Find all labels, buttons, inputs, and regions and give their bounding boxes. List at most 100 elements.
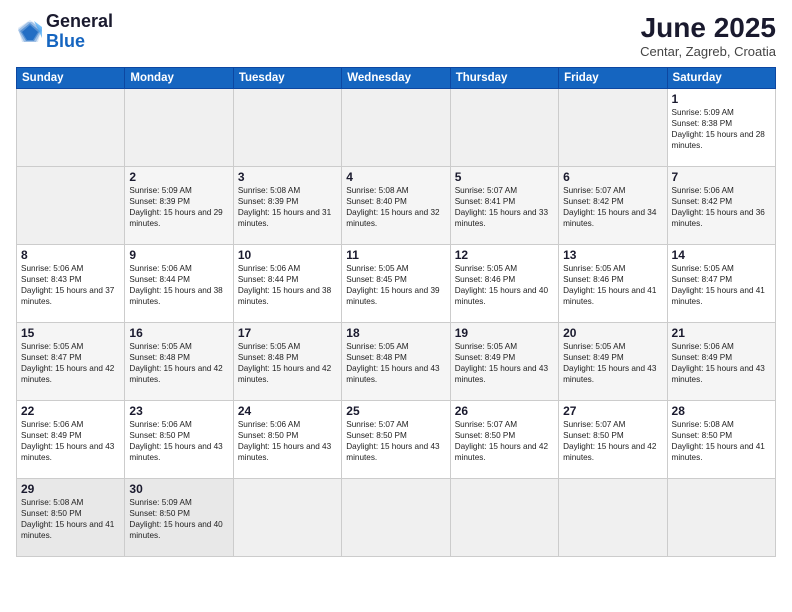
day-info: Sunrise: 5:09 AMSunset: 8:38 PMDaylight:… [672,107,771,151]
table-row: 9Sunrise: 5:06 AMSunset: 8:44 PMDaylight… [125,245,233,323]
day-number: 10 [238,248,337,262]
table-row [233,89,341,167]
day-info: Sunrise: 5:05 AMSunset: 8:47 PMDaylight:… [21,341,120,385]
day-info: Sunrise: 5:06 AMSunset: 8:50 PMDaylight:… [129,419,228,463]
table-row: 4Sunrise: 5:08 AMSunset: 8:40 PMDaylight… [342,167,450,245]
day-number: 29 [21,482,120,496]
table-row: 5Sunrise: 5:07 AMSunset: 8:41 PMDaylight… [450,167,558,245]
col-sunday: Sunday [17,68,125,89]
header: General Blue June 2025 Centar, Zagreb, C… [16,12,776,59]
day-info: Sunrise: 5:06 AMSunset: 8:43 PMDaylight:… [21,263,120,307]
day-info: Sunrise: 5:09 AMSunset: 8:50 PMDaylight:… [129,497,228,541]
day-number: 28 [672,404,771,418]
table-row [233,479,341,557]
col-saturday: Saturday [667,68,775,89]
day-info: Sunrise: 5:07 AMSunset: 8:50 PMDaylight:… [563,419,662,463]
table-row: 23Sunrise: 5:06 AMSunset: 8:50 PMDayligh… [125,401,233,479]
logo-blue: Blue [46,31,85,51]
day-info: Sunrise: 5:06 AMSunset: 8:49 PMDaylight:… [21,419,120,463]
day-number: 20 [563,326,662,340]
day-number: 14 [672,248,771,262]
day-number: 7 [672,170,771,184]
table-row: 29Sunrise: 5:08 AMSunset: 8:50 PMDayligh… [17,479,125,557]
table-row: 27Sunrise: 5:07 AMSunset: 8:50 PMDayligh… [559,401,667,479]
table-row: 14Sunrise: 5:05 AMSunset: 8:47 PMDayligh… [667,245,775,323]
day-info: Sunrise: 5:07 AMSunset: 8:50 PMDaylight:… [455,419,554,463]
day-info: Sunrise: 5:06 AMSunset: 8:44 PMDaylight:… [238,263,337,307]
day-info: Sunrise: 5:05 AMSunset: 8:46 PMDaylight:… [455,263,554,307]
day-info: Sunrise: 5:05 AMSunset: 8:48 PMDaylight:… [238,341,337,385]
table-row: 12Sunrise: 5:05 AMSunset: 8:46 PMDayligh… [450,245,558,323]
table-row: 28Sunrise: 5:08 AMSunset: 8:50 PMDayligh… [667,401,775,479]
table-row [559,479,667,557]
day-info: Sunrise: 5:07 AMSunset: 8:41 PMDaylight:… [455,185,554,229]
calendar-header-row: Sunday Monday Tuesday Wednesday Thursday… [17,68,776,89]
table-row [667,479,775,557]
day-number: 5 [455,170,554,184]
day-number: 2 [129,170,228,184]
calendar-week-1: 1Sunrise: 5:09 AMSunset: 8:38 PMDaylight… [17,89,776,167]
table-row: 25Sunrise: 5:07 AMSunset: 8:50 PMDayligh… [342,401,450,479]
table-row: 21Sunrise: 5:06 AMSunset: 8:49 PMDayligh… [667,323,775,401]
day-info: Sunrise: 5:08 AMSunset: 8:39 PMDaylight:… [238,185,337,229]
day-number: 21 [672,326,771,340]
table-row: 3Sunrise: 5:08 AMSunset: 8:39 PMDaylight… [233,167,341,245]
table-row [125,89,233,167]
table-row [17,167,125,245]
day-info: Sunrise: 5:06 AMSunset: 8:50 PMDaylight:… [238,419,337,463]
day-info: Sunrise: 5:08 AMSunset: 8:50 PMDaylight:… [672,419,771,463]
table-row: 18Sunrise: 5:05 AMSunset: 8:48 PMDayligh… [342,323,450,401]
table-row: 11Sunrise: 5:05 AMSunset: 8:45 PMDayligh… [342,245,450,323]
table-row: 7Sunrise: 5:06 AMSunset: 8:42 PMDaylight… [667,167,775,245]
calendar-table: Sunday Monday Tuesday Wednesday Thursday… [16,67,776,557]
day-number: 24 [238,404,337,418]
day-number: 12 [455,248,554,262]
logo-general: General [46,11,113,31]
table-row: 19Sunrise: 5:05 AMSunset: 8:49 PMDayligh… [450,323,558,401]
calendar-week-6: 29Sunrise: 5:08 AMSunset: 8:50 PMDayligh… [17,479,776,557]
col-monday: Monday [125,68,233,89]
table-row [342,89,450,167]
day-info: Sunrise: 5:05 AMSunset: 8:46 PMDaylight:… [563,263,662,307]
day-number: 1 [672,92,771,106]
day-number: 27 [563,404,662,418]
day-number: 25 [346,404,445,418]
calendar-week-5: 22Sunrise: 5:06 AMSunset: 8:49 PMDayligh… [17,401,776,479]
table-row: 10Sunrise: 5:06 AMSunset: 8:44 PMDayligh… [233,245,341,323]
day-number: 18 [346,326,445,340]
day-number: 22 [21,404,120,418]
logo: General Blue [16,12,113,52]
day-number: 9 [129,248,228,262]
day-number: 23 [129,404,228,418]
table-row: 15Sunrise: 5:05 AMSunset: 8:47 PMDayligh… [17,323,125,401]
col-friday: Friday [559,68,667,89]
day-info: Sunrise: 5:05 AMSunset: 8:45 PMDaylight:… [346,263,445,307]
day-info: Sunrise: 5:06 AMSunset: 8:42 PMDaylight:… [672,185,771,229]
table-row [450,479,558,557]
day-number: 15 [21,326,120,340]
table-row: 30Sunrise: 5:09 AMSunset: 8:50 PMDayligh… [125,479,233,557]
table-row: 26Sunrise: 5:07 AMSunset: 8:50 PMDayligh… [450,401,558,479]
day-info: Sunrise: 5:08 AMSunset: 8:40 PMDaylight:… [346,185,445,229]
logo-text: General Blue [46,12,113,52]
table-row: 22Sunrise: 5:06 AMSunset: 8:49 PMDayligh… [17,401,125,479]
table-row [342,479,450,557]
calendar-subtitle: Centar, Zagreb, Croatia [640,44,776,59]
day-info: Sunrise: 5:05 AMSunset: 8:49 PMDaylight:… [563,341,662,385]
table-row: 13Sunrise: 5:05 AMSunset: 8:46 PMDayligh… [559,245,667,323]
day-number: 26 [455,404,554,418]
calendar-week-4: 15Sunrise: 5:05 AMSunset: 8:47 PMDayligh… [17,323,776,401]
calendar-title: June 2025 [640,12,776,44]
day-info: Sunrise: 5:05 AMSunset: 8:49 PMDaylight:… [455,341,554,385]
day-number: 19 [455,326,554,340]
table-row: 1Sunrise: 5:09 AMSunset: 8:38 PMDaylight… [667,89,775,167]
table-row: 17Sunrise: 5:05 AMSunset: 8:48 PMDayligh… [233,323,341,401]
day-info: Sunrise: 5:05 AMSunset: 8:47 PMDaylight:… [672,263,771,307]
table-row: 2Sunrise: 5:09 AMSunset: 8:39 PMDaylight… [125,167,233,245]
table-row: 8Sunrise: 5:06 AMSunset: 8:43 PMDaylight… [17,245,125,323]
day-info: Sunrise: 5:07 AMSunset: 8:50 PMDaylight:… [346,419,445,463]
logo-icon [16,18,44,46]
table-row: 16Sunrise: 5:05 AMSunset: 8:48 PMDayligh… [125,323,233,401]
table-row: 24Sunrise: 5:06 AMSunset: 8:50 PMDayligh… [233,401,341,479]
title-block: June 2025 Centar, Zagreb, Croatia [640,12,776,59]
